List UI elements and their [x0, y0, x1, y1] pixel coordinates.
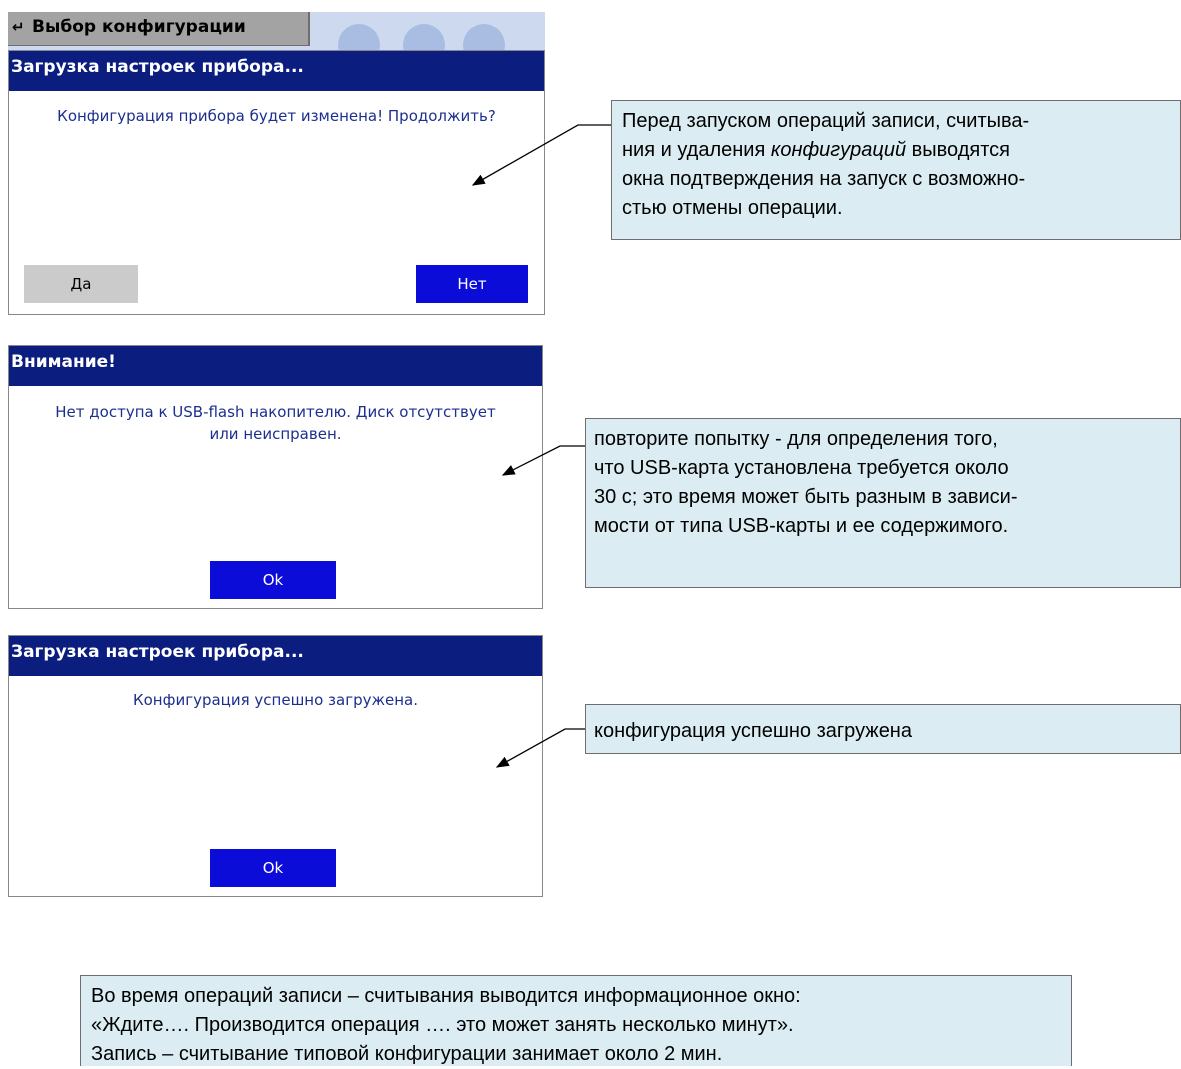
callout-arrows — [471, 124, 611, 768]
arrow-confirm — [471, 124, 611, 186]
arrow-warning — [501, 445, 585, 476]
arrow-success — [495, 728, 585, 768]
